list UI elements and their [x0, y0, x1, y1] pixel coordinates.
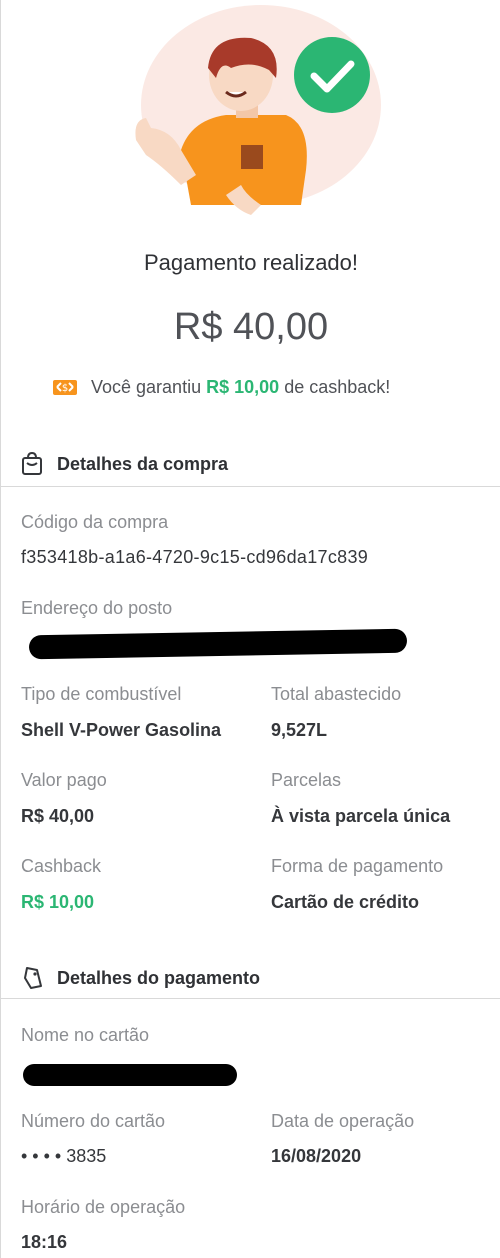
operation-time-label: Horário de operação	[21, 1197, 186, 1217]
payment-amount: R$ 40,00	[173, 306, 329, 348]
character-illustration	[135, 5, 381, 215]
payment-details-header: Detalhes do pagamento	[21, 966, 260, 990]
total-fueled-label: Total abastecido	[271, 684, 402, 704]
purchase-details-title: Detalhes da compra	[57, 453, 229, 474]
page-title: Pagamento realizado!	[143, 250, 359, 275]
station-address-label: Endereço do posto	[21, 598, 173, 618]
card-number-value: • • • • 3835	[21, 1146, 107, 1166]
shopping-bag-icon	[22, 452, 42, 475]
divider	[1, 486, 500, 487]
operation-time-value: 18:16	[21, 1232, 68, 1252]
total-fueled-value: 9,527L	[271, 720, 328, 740]
cashback-value: R$ 10,00	[21, 892, 95, 912]
redacted-address	[28, 628, 408, 660]
payment-method-label: Forma de pagamento	[271, 856, 444, 876]
cashback-amount: R$ 10,00	[206, 376, 280, 397]
cashback-suffix: de cashback!	[284, 376, 391, 397]
cashback-message: $ Você garantiu R$ 10,00 de cashback!	[51, 376, 390, 398]
redacted-card-name	[23, 1064, 237, 1086]
card-name-label: Nome no cartão	[21, 1025, 150, 1045]
payment-method-value: Cartão de crédito	[271, 892, 420, 912]
svg-text:$: $	[62, 383, 68, 394]
installments-value: À vista parcela única	[271, 806, 451, 826]
operation-date-value: 16/08/2020	[271, 1146, 362, 1166]
purchase-code-label: Código da compra	[21, 512, 169, 532]
payment-details-title: Detalhes do pagamento	[57, 967, 261, 988]
card-number-label: Número do cartão	[21, 1111, 166, 1131]
amount-paid-value: R$ 40,00	[21, 806, 95, 826]
operation-date-label: Data de operação	[271, 1111, 415, 1131]
amount-paid-label: Valor pago	[21, 770, 107, 790]
receipt-screen: Pagamento realizado! R$ 40,00 $ Você gar…	[0, 0, 500, 1258]
installments-label: Parcelas	[271, 770, 342, 790]
cashback-prefix: Você garantiu	[91, 376, 202, 397]
cashback-label: Cashback	[21, 856, 102, 876]
fuel-type-label: Tipo de combustível	[21, 684, 182, 704]
check-badge-icon	[294, 37, 370, 113]
fuel-type-value: Shell V-Power Gasolina	[21, 720, 222, 740]
purchase-details-header: Detalhes da compra	[21, 452, 228, 476]
divider	[1, 998, 500, 999]
purchase-code-value: f353418b-a1a6-4720-9c15-cd96da17c839	[21, 547, 369, 567]
card-tag-icon	[24, 967, 42, 989]
cashback-icon: $	[53, 380, 77, 395]
